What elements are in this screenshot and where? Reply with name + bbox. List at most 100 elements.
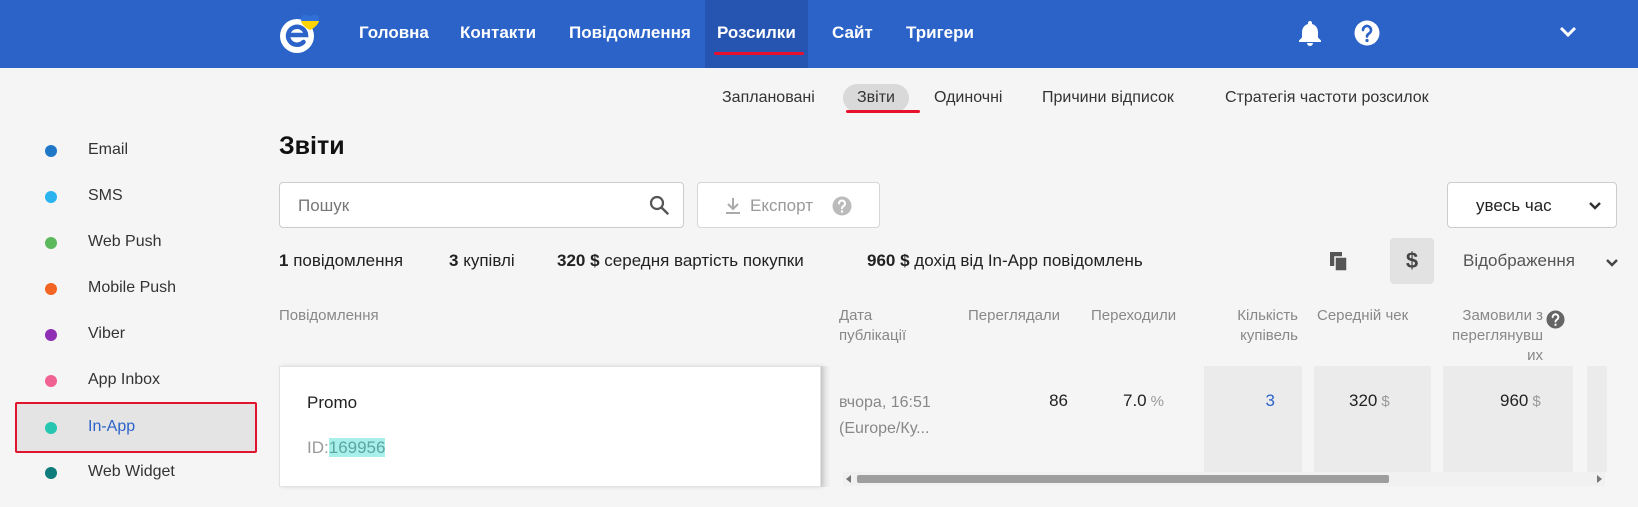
scroll-left-icon[interactable]	[845, 475, 853, 483]
channel-dot-icon	[45, 145, 57, 157]
dollar-icon: $	[1405, 248, 1419, 273]
chevron-down-icon[interactable]	[1605, 258, 1619, 268]
column-header-line: переглянувш	[1452, 327, 1543, 344]
stat-purchases: 3 купівлі	[449, 251, 515, 271]
column-header-line: Замовили з	[1462, 307, 1543, 324]
channel-dot-icon	[45, 283, 57, 295]
column-header-line: Кількість	[1237, 307, 1298, 324]
sidebar-item-app-inbox[interactable]: App Inbox	[15, 358, 257, 404]
sidebar-item-label: SMS	[88, 187, 123, 204]
subnav-single[interactable]: Одиночні	[934, 84, 1002, 112]
stat-revenue: 960 $ дохід від In-App повідомлень	[867, 251, 1143, 271]
sidebar-item-label: Web Push	[88, 233, 162, 250]
cell-unit: $	[1532, 393, 1541, 410]
horizontal-scrollbar[interactable]	[843, 472, 1605, 486]
stat-value: 1	[279, 251, 289, 270]
period-select[interactable]: увесь час	[1447, 182, 1617, 228]
cell-value: 7.0	[1123, 391, 1147, 410]
subnav-scheduled[interactable]: Заплановані	[722, 84, 815, 112]
column-header-line: Дата	[839, 307, 873, 324]
channel-dot-icon	[45, 329, 57, 341]
column-header-message[interactable]: Повідомлення	[279, 306, 379, 326]
sidebar-item-sms[interactable]: SMS	[15, 174, 257, 220]
cell-purchases-link[interactable]: 3	[1260, 388, 1275, 414]
copy-icon[interactable]	[1329, 251, 1349, 273]
cell-avg-check: 320 $	[1349, 388, 1390, 415]
column-header-ordered[interactable]: Замовили з переглянувш их	[1447, 306, 1543, 366]
nav-item-mailings[interactable]: Розсилки	[705, 0, 808, 68]
cell-unit: %	[1150, 393, 1164, 410]
scrollbar-thumb[interactable]	[857, 475, 1389, 483]
bell-icon[interactable]	[1297, 19, 1323, 47]
stat-messages: 1 повідомлення	[279, 251, 403, 271]
sidebar-item-web-push[interactable]: Web Push	[15, 220, 257, 266]
sidebar-item-label: App Inbox	[88, 371, 161, 388]
nav-active-underline	[714, 52, 804, 55]
column-header-views[interactable]: Переглядали	[968, 306, 1060, 326]
stat-label: повідомлення	[293, 251, 404, 270]
stat-value: 3	[449, 251, 459, 270]
column-header-line: купівель	[1240, 327, 1298, 344]
nav-item-home[interactable]: Головна	[359, 0, 429, 68]
column-header-line: публікації	[839, 327, 907, 344]
stat-avg-purchase: 320 $ середня вартість покупки	[557, 251, 804, 271]
sidebar-item-label: In-App	[88, 418, 136, 435]
help-icon[interactable]	[1354, 20, 1380, 46]
help-icon[interactable]	[1546, 310, 1565, 329]
display-settings-button[interactable]: Відображення	[1463, 251, 1575, 271]
cell-ordered: 960 $	[1500, 388, 1541, 415]
page-title: Звіти	[279, 132, 345, 160]
stat-value: 960 $	[867, 251, 910, 270]
column-header-avg-check[interactable]: Середній чек	[1317, 306, 1408, 326]
subnav-unsubscribe-reasons[interactable]: Причини відписок	[1042, 84, 1174, 112]
esputnik-logo[interactable]	[277, 13, 323, 55]
export-button[interactable]: Експорт	[697, 182, 880, 228]
nav-item-messages[interactable]: Повідомлення	[569, 0, 691, 68]
sidebar-item-viber[interactable]: Viber	[15, 312, 257, 358]
period-select-value: увесь час	[1476, 196, 1552, 215]
sidebar-item-email[interactable]: Email	[15, 128, 257, 174]
scroll-right-icon[interactable]	[1595, 475, 1603, 483]
chevron-down-icon	[1589, 202, 1601, 210]
message-id-value: 169956	[328, 438, 386, 457]
sidebar-item-mobile-push[interactable]: Mobile Push	[15, 266, 257, 312]
sidebar-item-label: Mobile Push	[88, 279, 177, 296]
search-input[interactable]: Пошук	[279, 182, 684, 228]
cell-date-line: вчора, 16:51	[839, 394, 931, 411]
column-background	[1204, 366, 1302, 472]
sidebar-item-label: Web Widget	[88, 463, 175, 480]
search-icon[interactable]	[649, 195, 669, 215]
subnav-active-underline	[846, 110, 920, 113]
help-icon[interactable]	[832, 196, 852, 216]
cell-value: 960	[1500, 391, 1529, 410]
cell-views: 86	[1049, 391, 1068, 410]
column-background	[1314, 366, 1431, 472]
top-nav-bar: Головна Контакти Повідомлення Розсилки С…	[0, 0, 1638, 68]
column-background	[1443, 366, 1573, 472]
stat-label: купівлі	[463, 251, 515, 270]
subnav-reports[interactable]: Звіти	[843, 84, 909, 112]
subnav-frequency-strategy[interactable]: Стратегія частоти розсилок	[1225, 84, 1429, 112]
column-header-clicks[interactable]: Переходили	[1091, 306, 1176, 326]
sidebar-item-web-widget[interactable]: Web Widget	[15, 450, 257, 496]
channel-dot-icon	[45, 237, 57, 249]
sidebar-item-in-app[interactable]: In-App	[15, 402, 257, 453]
column-header-purchases[interactable]: Кількість купівель	[1224, 306, 1298, 346]
column-header-line: их	[1527, 347, 1543, 364]
cell-date-line: (Europe/Ку...	[839, 420, 930, 437]
table-row-message[interactable]: Promo ID:169956	[279, 366, 821, 487]
message-id: ID:169956	[307, 438, 386, 458]
stat-value: 320 $	[557, 251, 600, 270]
cell-date: вчора, 16:51 (Europe/Ку...	[839, 390, 931, 442]
channel-dot-icon	[45, 375, 57, 387]
currency-toggle-button[interactable]: $	[1390, 238, 1434, 284]
nav-item-triggers[interactable]: Тригери	[906, 0, 974, 68]
message-id-prefix: ID:	[307, 438, 329, 457]
export-label: Експорт	[750, 196, 813, 215]
nav-item-contacts[interactable]: Контакти	[460, 0, 536, 68]
account-menu-chevron-icon[interactable]	[1558, 25, 1578, 39]
message-name[interactable]: Promo	[307, 393, 357, 413]
nav-item-site[interactable]: Сайт	[832, 0, 873, 68]
column-header-date[interactable]: Дата публікації	[839, 306, 906, 346]
channel-dot-icon	[45, 422, 57, 434]
